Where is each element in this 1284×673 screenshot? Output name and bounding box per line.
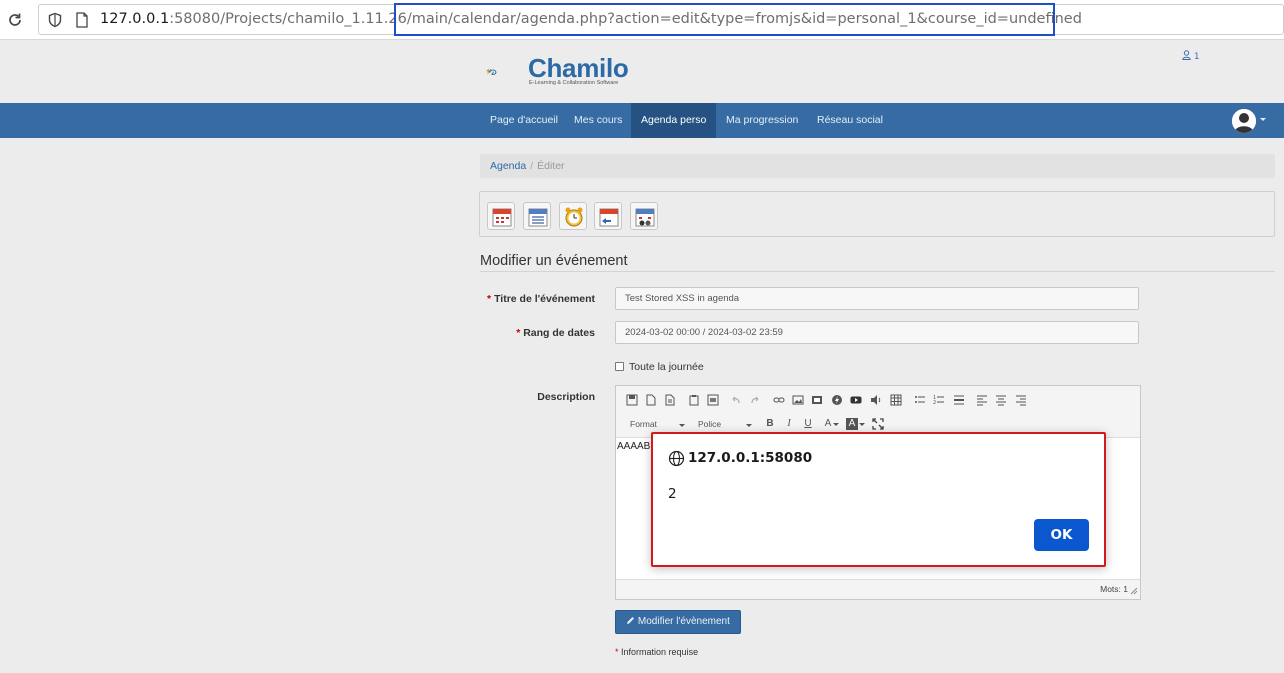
background-color-icon[interactable]: A [846,418,858,430]
dialog-message: 2 [668,486,677,502]
submit-button[interactable]: Modifier l'évènement [615,610,741,634]
align-right-icon[interactable] [1015,394,1027,406]
avatar-icon [1232,109,1256,133]
reload-icon[interactable] [6,11,24,29]
notification-indicator[interactable]: 1 [1182,50,1200,62]
breadcrumb-separator: / [530,160,534,172]
bold-icon[interactable]: B [764,418,776,430]
svg-text:2: 2 [933,400,936,406]
form-divider [480,271,1275,272]
breadcrumb-agenda[interactable]: Agenda [490,160,526,172]
redo-icon[interactable] [749,394,761,406]
preview-icon[interactable] [664,394,676,406]
horizontal-rule-icon[interactable] [953,394,965,406]
form-title: Modifier un événement [480,253,628,269]
breadcrumb-edit: Éditer [537,160,565,172]
new-page-icon[interactable] [645,394,657,406]
table-icon[interactable] [890,394,902,406]
main-navbar: Page d'accueil Mes cours Agenda perso Ma… [0,103,1284,138]
underline-icon[interactable]: U [802,418,814,430]
pencil-icon [627,617,635,624]
link-icon[interactable] [773,394,785,406]
site-header: Chamilo E-Learning & Collaboration Softw… [0,40,1284,103]
user-notification-icon [1182,50,1191,60]
all-day-row: Toute la journée [615,361,704,373]
ok-button[interactable]: OK [1034,519,1089,551]
calendar-import-button[interactable] [594,202,622,230]
required-note: * Information requise [615,647,699,657]
calendar-sessions-button[interactable] [630,202,658,230]
page-icon [76,12,88,28]
alarm-clock-icon [565,207,583,227]
youtube-icon[interactable] [850,394,862,406]
calendar-import-icon [599,208,619,227]
format-select[interactable]: Format [630,417,657,431]
save-icon[interactable] [626,394,638,406]
description-label: Description [537,391,595,403]
calendar-list-button[interactable] [523,202,551,230]
font-select[interactable]: Police [698,417,721,431]
chevron-down-icon[interactable] [833,423,839,426]
date-range-label: * Rang de dates [516,327,595,339]
resize-handle-icon[interactable] [1130,587,1138,595]
undo-icon[interactable] [730,394,742,406]
paste-word-icon[interactable] [707,394,719,406]
notification-count: 1 [1193,52,1200,62]
all-day-label[interactable]: Toute la journée [629,361,704,373]
image-icon[interactable] [792,394,804,406]
align-center-icon[interactable] [995,394,1007,406]
required-mark: * [487,293,492,305]
nav-social[interactable]: Réseau social [807,103,893,138]
nav-my-courses[interactable]: Mes cours [564,103,632,138]
required-mark: * [516,327,521,339]
numbered-list-icon[interactable]: 12 [933,394,945,406]
chevron-down-icon[interactable] [1260,118,1266,121]
date-range-input[interactable]: 2024-03-02 00:00 / 2024-03-02 23:59 [615,321,1139,344]
video-icon[interactable] [811,394,823,406]
paste-icon[interactable] [688,394,700,406]
chevron-down-icon[interactable] [679,424,685,427]
alarm-clock-button[interactable] [559,202,587,230]
globe-icon [668,450,685,467]
audio-icon[interactable] [870,394,882,406]
chevron-down-icon[interactable] [746,424,752,427]
shield-icon[interactable] [47,12,63,28]
alert-dialog: 127.0.0.1:58080 2 OK [651,432,1106,567]
nav-progress[interactable]: Ma progression [716,103,808,138]
page: Chamilo E-Learning & Collaboration Softw… [0,40,1284,673]
calendar-sessions-icon [635,208,655,227]
chamilo-logo-icon[interactable] [486,52,528,92]
breadcrumb: Agenda / Éditer [480,154,1275,178]
dialog-origin: 127.0.0.1:58080 [688,450,813,466]
nav-home[interactable]: Page d'accueil [480,103,568,138]
bulleted-list-icon[interactable] [914,394,926,406]
agenda-toolbar [479,191,1275,237]
required-mark: * [615,647,619,657]
maximize-icon[interactable] [872,418,884,430]
chevron-down-icon[interactable] [859,423,865,426]
browser-toolbar: 127.0.0.1:58080/Projects/chamilo_1.11.26… [0,0,1284,40]
calendar-add-icon [492,208,512,227]
align-left-icon[interactable] [976,394,988,406]
logo-subtitle: E-Learning & Collaboration Software [529,80,619,86]
title-label: * Titre de l'événement [487,293,595,305]
submit-button-label: Modifier l'évènement [637,616,730,627]
nav-agenda[interactable]: Agenda perso [631,103,717,138]
title-input[interactable]: Test Stored XSS in agenda [615,287,1139,310]
flash-icon[interactable] [831,394,843,406]
user-avatar[interactable] [1232,109,1256,133]
editor-toolbar: 12 Format Police B I U A A [616,386,1140,438]
calendar-add-button[interactable] [487,202,515,230]
all-day-checkbox[interactable] [615,362,624,371]
editor-footer: Mots: 1 [616,579,1140,599]
italic-icon[interactable]: I [783,418,795,430]
calendar-list-icon [528,208,548,227]
url-highlight-box [394,3,1055,36]
word-count: Mots: 1 [1100,584,1128,594]
